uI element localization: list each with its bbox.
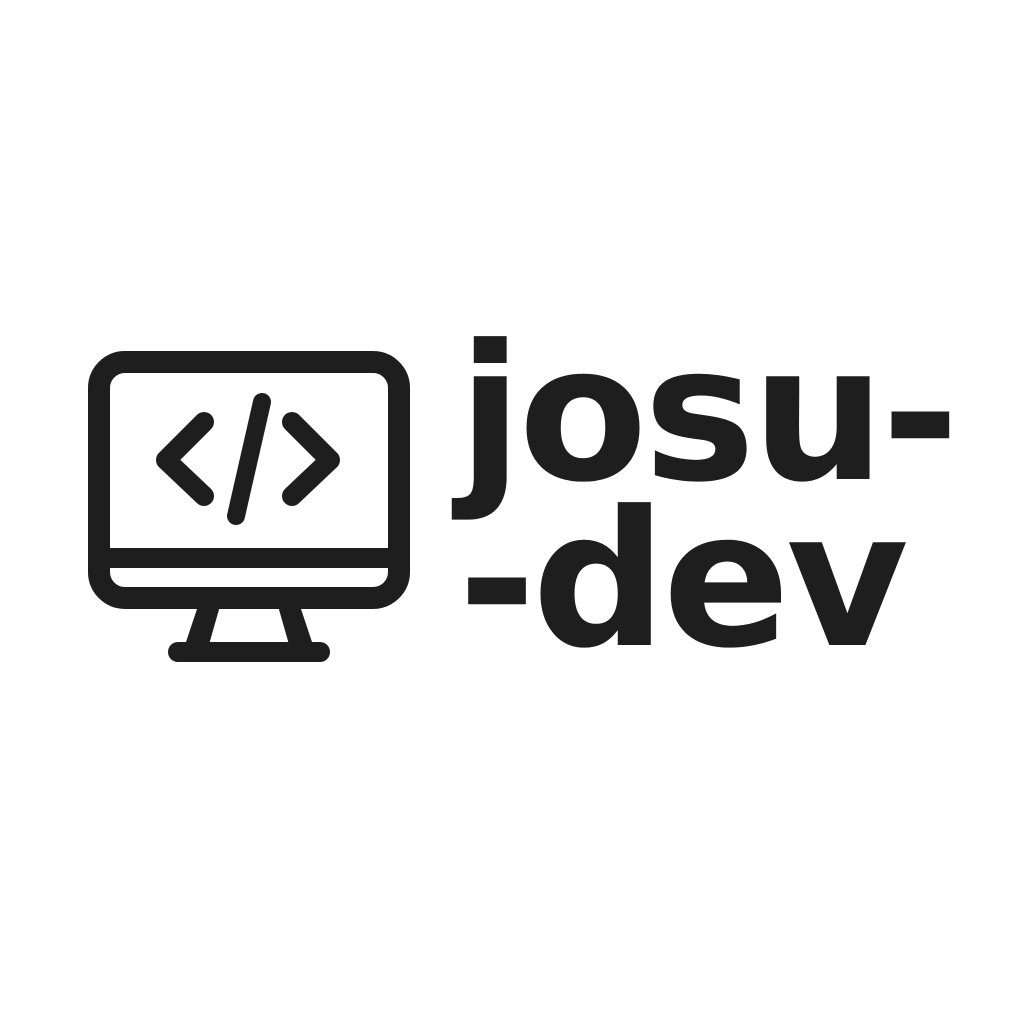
monitor-stand <box>278 606 314 648</box>
code-bracket-right-icon <box>282 412 340 506</box>
monitor-code-icon <box>88 351 410 662</box>
monitor-stand <box>184 606 220 648</box>
wordmark-line-2: -dev <box>458 471 909 690</box>
logo-canvas: josu- -dev <box>0 0 1024 1024</box>
code-bracket-left-icon <box>156 412 214 506</box>
code-slash-icon <box>227 393 271 525</box>
brand-wordmark: josu- -dev <box>458 321 959 690</box>
